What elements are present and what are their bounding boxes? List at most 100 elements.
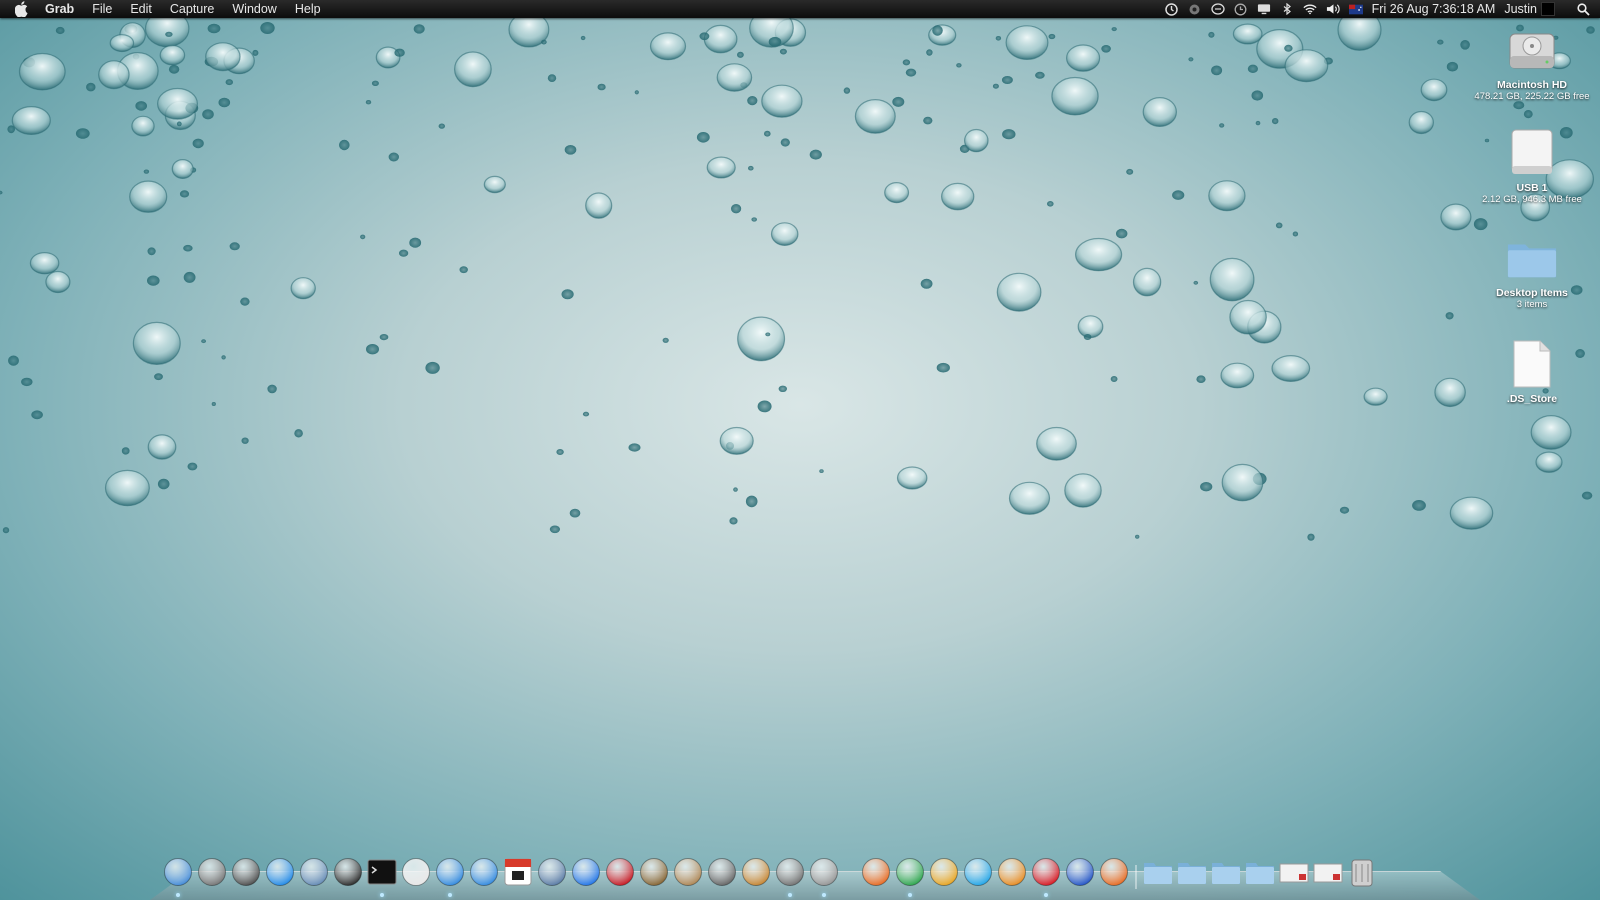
desktop-icon-usb-1[interactable]: USB 1 2.12 GB, 946.3 MB free [1468,127,1596,206]
water-drop [1211,65,1223,76]
water-drop [1035,71,1045,79]
finder-icon[interactable] [162,855,194,897]
water-drop [1005,25,1049,60]
water-drop [1208,31,1215,38]
powerpoint-icon[interactable] [1098,855,1130,889]
water-drop [923,116,933,125]
water-drop [892,96,905,107]
menu-app-grab[interactable]: Grab [36,0,83,18]
skype-icon[interactable] [962,855,994,889]
user-name: Justin [1504,2,1537,16]
water-drop [765,332,771,337]
applications-folder-icon[interactable] [1142,855,1174,889]
app-store-icon[interactable] [264,855,296,889]
water-drop [996,272,1042,312]
trash-icon[interactable] [1346,855,1378,889]
picasa-icon[interactable] [928,855,960,889]
time-machine-icon[interactable] [1165,2,1179,16]
bluetooth-icon[interactable] [1280,2,1294,16]
volume-icon[interactable] [1326,2,1340,16]
textedit-icon[interactable] [400,855,432,889]
water-drop [1434,377,1466,408]
word-icon[interactable] [1064,855,1096,889]
desktop-icon-ds-store[interactable]: .DS_Store [1468,338,1596,405]
angry-birds-icon[interactable] [1030,855,1062,897]
water-drop [109,34,135,53]
itunes-icon[interactable] [570,855,602,889]
water-drop [737,316,786,362]
wifi-icon[interactable] [1303,2,1317,16]
stack-folder-icon[interactable] [1244,855,1276,889]
water-drop [699,32,710,41]
menu-help[interactable]: Help [286,0,330,18]
system-preferences-icon[interactable] [774,855,806,897]
firefox-icon[interactable] [860,855,892,889]
scratch-icon[interactable] [996,855,1028,889]
water-drop [1420,78,1448,102]
water-drop [1581,491,1593,500]
water-drop [1111,27,1117,32]
sync-icon[interactable] [1188,2,1202,16]
water-drop [1251,90,1264,101]
menu-file[interactable]: File [83,0,121,18]
water-drop [706,156,736,179]
water-drop [745,495,758,508]
water-drop [1064,473,1102,508]
activity-monitor-icon[interactable] [230,855,262,889]
terminal-icon[interactable] [366,855,398,897]
spotlight-icon[interactable] [1576,2,1590,16]
downloads-folder-icon[interactable] [1210,855,1242,889]
safari-icon[interactable] [468,855,500,889]
preview-icon[interactable] [536,855,568,889]
launchpad-icon[interactable] [196,855,228,889]
desktop-icon-desktop-items[interactable]: Desktop Items 3 items [1468,232,1596,311]
menu-edit[interactable]: Edit [121,0,161,18]
chrome-icon[interactable] [894,855,926,897]
water-drop [1229,299,1267,335]
water-drop [1036,426,1077,461]
water-drop [425,361,440,374]
water-drop [1255,120,1261,126]
mail-stack-icon[interactable] [1312,855,1344,889]
water-drop [757,400,772,413]
menu-capture[interactable]: Capture [161,0,223,18]
ical-icon[interactable] [502,855,534,889]
flag-icon[interactable] [1348,2,1363,16]
menu-list: Grab File Edit Capture Window Help [36,0,330,18]
photo-booth-icon[interactable] [604,855,636,889]
dvd-player-icon[interactable] [332,855,364,889]
ichat-icon[interactable] [434,855,466,897]
water-drop [1363,387,1388,406]
desktop-icon-macintosh-hd[interactable]: Macintosh HD 478.21 GB, 225.22 GB free [1468,24,1596,103]
water-drop [1292,231,1299,237]
imovie-icon[interactable] [706,855,738,889]
water-drop [29,251,60,275]
menubar-clock[interactable]: Fri 26 Aug 7:36:18 AM [1372,0,1496,18]
water-drop [154,373,163,381]
water-drop [1196,375,1206,384]
mail-stack-icon[interactable] [1278,855,1310,889]
water-drop [207,23,221,34]
garageband-icon[interactable] [740,855,772,889]
water-drop [0,190,3,195]
fast-user-switch[interactable]: Justin [1504,0,1555,18]
xcode-icon[interactable] [298,855,330,889]
history-icon[interactable] [1234,2,1248,16]
water-drop [409,237,422,248]
water-drop [2,527,10,534]
apple-menu-icon[interactable] [14,1,30,17]
water-drop [634,90,639,95]
water-drop [1221,463,1264,502]
water-drop [18,52,66,91]
grab-icon[interactable] [808,855,840,897]
water-drop [147,247,156,256]
water-drop [1307,533,1315,541]
menu-window[interactable]: Window [223,0,285,18]
documents-folder-icon[interactable] [1176,855,1208,889]
messages-icon[interactable] [1210,2,1225,16]
water-drop [1247,64,1258,73]
water-drop [926,49,933,56]
image-capture-icon[interactable] [638,855,670,889]
display-icon[interactable] [1257,2,1271,16]
keynote-icon[interactable] [672,855,704,889]
